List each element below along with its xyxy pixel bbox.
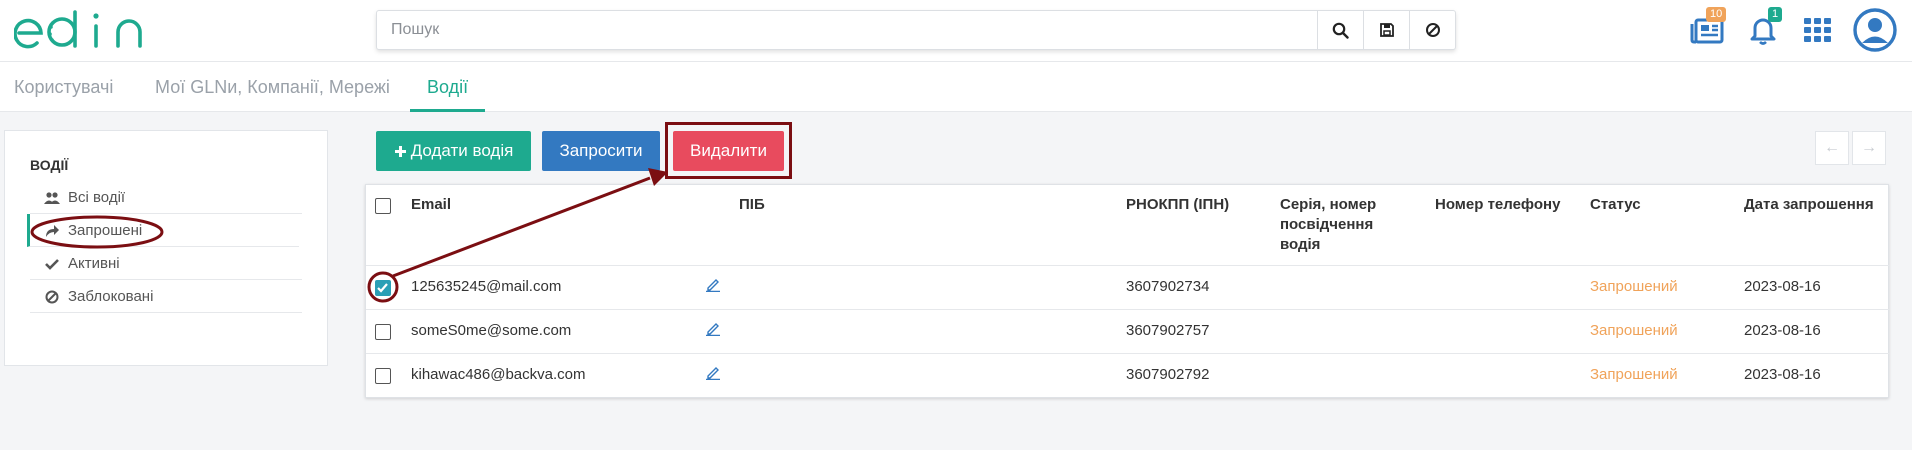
edit-icon[interactable] — [705, 320, 721, 341]
users-icon — [44, 192, 60, 204]
row-checkbox[interactable] — [375, 280, 391, 296]
invite-button[interactable]: Запросити — [542, 131, 660, 171]
column-header-invite-date[interactable]: Дата запрошення — [1744, 195, 1874, 215]
tab-drivers[interactable]: Водії — [410, 62, 486, 112]
row-tax-id: 3607902757 — [1126, 322, 1210, 339]
row-email: 125635245@mail.com — [411, 278, 562, 295]
save-icon — [1379, 23, 1394, 37]
edit-icon[interactable] — [705, 364, 721, 385]
share-icon — [46, 225, 59, 237]
sidebar-title: ВОДІЇ — [30, 157, 69, 173]
clear-search-button[interactable] — [1409, 11, 1455, 49]
column-header-email[interactable]: Email — [411, 195, 451, 215]
top-bar: 10 1 — [0, 0, 1912, 62]
drivers-table: Email ПІБ РНОКПП (ІПН) Серія, номер посв… — [365, 184, 1890, 398]
documents-badge: 10 — [1706, 7, 1727, 22]
row-invite-date: 2023-08-16 — [1744, 278, 1821, 295]
search-button[interactable] — [1317, 11, 1363, 49]
row-status: Запрошений — [1590, 366, 1678, 383]
row-tax-id: 3607902792 — [1126, 366, 1210, 383]
sidebar-item-blocked[interactable]: Заблоковані — [30, 280, 302, 313]
save-search-button[interactable] — [1363, 11, 1409, 49]
row-status: Запрошений — [1590, 322, 1678, 339]
user-avatar[interactable] — [1853, 8, 1897, 57]
table-row[interactable]: someS0me@some.com 3607902757 Запрошений … — [366, 309, 1890, 353]
edit-icon[interactable] — [705, 276, 721, 297]
table-row[interactable]: kihawac486@backva.com 3607902792 Запроше… — [366, 353, 1890, 397]
notifications-button[interactable]: 1 — [1748, 7, 1783, 51]
arrow-right-icon: → — [1861, 139, 1877, 156]
user-circle-icon — [1853, 8, 1897, 52]
column-header-status[interactable]: Статус — [1590, 195, 1641, 215]
apps-menu-button[interactable] — [1804, 18, 1832, 47]
drivers-sidebar: ВОДІЇ Всі водії Запрошені Активні Заблок… — [4, 130, 328, 366]
row-email: kihawac486@backva.com — [411, 366, 586, 383]
row-email: someS0me@some.com — [411, 322, 572, 339]
ban-icon — [45, 290, 59, 304]
sidebar-item-active[interactable]: Активні — [30, 247, 302, 280]
column-header-phone[interactable]: Номер телефону — [1435, 195, 1560, 215]
row-checkbox[interactable] — [375, 324, 391, 340]
column-header-name[interactable]: ПІБ — [739, 195, 765, 215]
tab-users[interactable]: Користувачі — [14, 62, 113, 112]
column-header-license[interactable]: Серія, номер посвідчення водія — [1280, 195, 1400, 255]
sidebar-item-label: Всі водії — [68, 189, 126, 206]
row-tax-id: 3607902734 — [1126, 278, 1210, 295]
search-input[interactable] — [377, 11, 1317, 49]
table-row[interactable]: 125635245@mail.com 3607902734 Запрошений… — [366, 265, 1890, 309]
sidebar-item-invited[interactable]: Запрошені — [27, 214, 299, 247]
select-all-checkbox[interactable] — [375, 198, 391, 214]
check-icon — [45, 259, 59, 270]
prev-page-button[interactable]: ← — [1815, 131, 1849, 165]
column-header-tax-id[interactable]: РНОКПП (ІПН) — [1126, 195, 1229, 215]
arrow-left-icon: ← — [1824, 139, 1840, 156]
sidebar-item-label: Активні — [68, 255, 120, 272]
tab-glns-companies-networks[interactable]: Мої GLNи, Компанії, Мережі — [155, 62, 390, 112]
ban-icon — [1425, 23, 1440, 37]
sidebar-item-label: Заблоковані — [68, 288, 154, 305]
documents-button[interactable]: 10 — [1690, 7, 1727, 51]
section-tabs: Користувачі Мої GLNи, Компанії, Мережі В… — [0, 62, 1912, 112]
edin-logo[interactable] — [14, 8, 158, 54]
delete-highlight-annotation — [665, 122, 792, 179]
row-checkbox[interactable] — [375, 368, 391, 384]
row-invite-date: 2023-08-16 — [1744, 366, 1821, 383]
row-invite-date: 2023-08-16 — [1744, 322, 1821, 339]
notifications-badge: 1 — [1768, 7, 1783, 22]
row-status: Запрошений — [1590, 278, 1678, 295]
checkmark-icon — [377, 283, 388, 293]
sidebar-item-all-drivers[interactable]: Всі водії — [30, 181, 302, 214]
plus-icon — [394, 145, 406, 157]
search-bar — [376, 10, 1456, 50]
next-page-button[interactable]: → — [1852, 131, 1886, 165]
search-icon — [1332, 22, 1349, 39]
add-driver-label: Додати водія — [410, 141, 514, 160]
sidebar-item-label: Запрошені — [68, 222, 143, 239]
add-driver-button[interactable]: Додати водія — [376, 131, 531, 171]
grid-icon — [1804, 18, 1831, 42]
